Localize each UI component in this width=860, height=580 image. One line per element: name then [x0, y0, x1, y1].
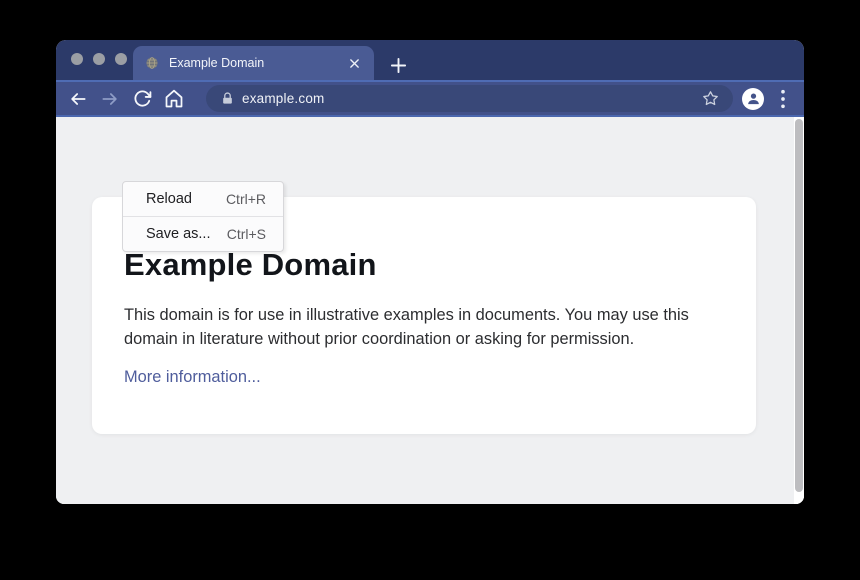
scrollbar-thumb[interactable]	[795, 119, 803, 492]
scrollbar-track[interactable]	[794, 117, 804, 504]
bookmark-star-icon[interactable]	[702, 90, 719, 107]
menu-item-label: Reload	[146, 191, 192, 207]
window-controls	[71, 53, 127, 65]
browser-window: Example Domain	[56, 40, 804, 504]
tab-close-icon[interactable]	[346, 55, 362, 71]
window-close-button[interactable]	[71, 53, 83, 65]
menu-item-shortcut: Ctrl+S	[227, 226, 266, 242]
more-information-link[interactable]: More information...	[124, 368, 261, 387]
page-title: Example Domain	[124, 247, 724, 283]
browser-menu-button[interactable]	[774, 89, 792, 109]
titlebar: Example Domain	[56, 40, 804, 80]
back-button[interactable]	[68, 89, 88, 109]
window-minimize-button[interactable]	[93, 53, 105, 65]
context-menu: Reload Ctrl+R Save as... Ctrl+S	[122, 181, 284, 252]
page-viewport: Example Domain This domain is for use in…	[56, 117, 804, 504]
toolbar: example.com	[56, 80, 804, 117]
tab-example-domain[interactable]: Example Domain	[133, 46, 374, 80]
new-tab-button[interactable]	[389, 56, 407, 74]
page-paragraph: This domain is for use in illustrative e…	[124, 304, 724, 352]
window-zoom-button[interactable]	[115, 53, 127, 65]
menu-item-save-as[interactable]: Save as... Ctrl+S	[123, 217, 283, 251]
menu-item-label: Save as...	[146, 226, 210, 242]
tab-title: Example Domain	[169, 56, 346, 70]
address-bar[interactable]: example.com	[206, 85, 733, 112]
home-button[interactable]	[164, 89, 184, 109]
reload-button[interactable]	[132, 89, 152, 109]
profile-avatar-button[interactable]	[742, 88, 764, 110]
forward-button[interactable]	[100, 89, 120, 109]
url-text: example.com	[242, 91, 702, 106]
menu-item-reload[interactable]: Reload Ctrl+R	[123, 182, 283, 216]
menu-item-shortcut: Ctrl+R	[226, 191, 266, 207]
lock-icon[interactable]	[221, 92, 234, 105]
globe-favicon-icon	[145, 56, 159, 70]
